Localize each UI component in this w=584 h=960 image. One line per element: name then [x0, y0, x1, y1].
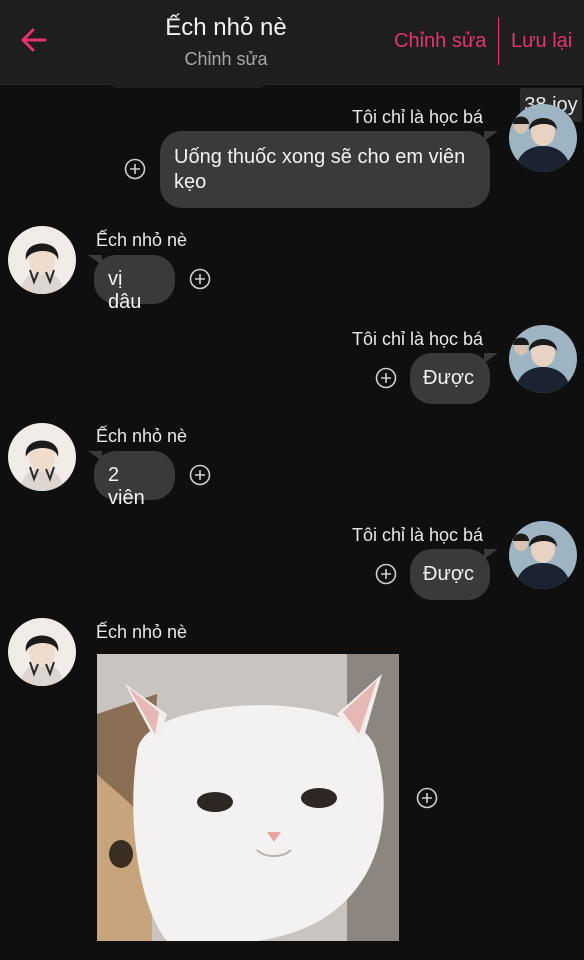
message-bubble[interactable]: Uống thuốc xong sẽ cho em viên kẹo [160, 131, 490, 208]
sender-name: Ếch nhỏ nè [96, 426, 188, 446]
edit-button[interactable]: Chỉnh sửa [394, 30, 486, 53]
my-avatar[interactable] [509, 325, 577, 393]
contact-avatar[interactable] [8, 618, 76, 686]
my-avatar[interactable] [509, 521, 577, 589]
add-reaction-icon[interactable] [189, 464, 211, 486]
message-text: Được [423, 563, 474, 585]
white-cat-photo[interactable] [97, 654, 399, 941]
chat-subtitle: Chỉnh sửa [184, 49, 268, 69]
add-reaction-icon[interactable] [124, 158, 146, 180]
bubble-tail [484, 353, 498, 363]
chat-title: Ếch nhỏ nè [165, 14, 287, 41]
sender-name: Tôi chỉ là học bá [352, 329, 484, 349]
sender-name: Ếch nhỏ nè [96, 622, 188, 642]
add-reaction-icon[interactable] [375, 563, 397, 585]
message-bubble[interactable]: Được [410, 353, 490, 404]
sender-name: Tôi chỉ là học bá [352, 525, 484, 545]
bubble-tail [88, 451, 102, 461]
message-bubble[interactable]: vị dâu [94, 255, 175, 313]
my-avatar[interactable] [509, 104, 577, 172]
add-reaction-icon[interactable] [189, 268, 211, 290]
sender-name: Tôi chỉ là học bá [352, 107, 484, 127]
previous-bubble-edge [108, 74, 268, 88]
message-text-line: kẹo [174, 171, 207, 193]
sender-name: Ếch nhỏ nè [96, 230, 188, 250]
message-text: 2 viên [108, 464, 145, 509]
message-text: vị dâu [108, 268, 142, 313]
bubble-tail [484, 549, 498, 559]
message-text: Được [423, 367, 474, 389]
message-text-line: Uống thuốc xong sẽ cho em viên [174, 146, 466, 168]
add-reaction-icon[interactable] [416, 787, 438, 809]
contact-avatar[interactable] [8, 226, 76, 294]
header-divider [498, 17, 499, 65]
save-button[interactable]: Lưu lại [511, 30, 572, 53]
chat-header: Ếch nhỏ nè Chỉnh sửa Chỉnh sửa Lưu lại [0, 0, 584, 85]
message-bubble[interactable]: Được [410, 549, 490, 600]
message-bubble[interactable]: 2 viên [94, 451, 175, 509]
add-reaction-icon[interactable] [375, 367, 397, 389]
bubble-tail [88, 255, 102, 265]
bubble-tail [484, 131, 498, 141]
contact-avatar[interactable] [8, 423, 76, 491]
